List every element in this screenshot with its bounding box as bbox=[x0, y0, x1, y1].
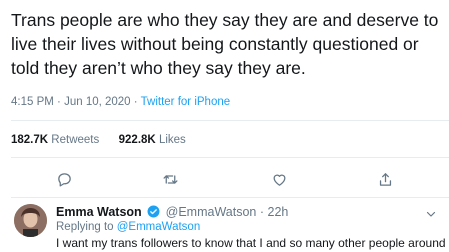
replying-to: Replying to @EmmaWatson bbox=[56, 221, 200, 233]
verified-badge-icon bbox=[147, 205, 160, 218]
avatar-photo bbox=[14, 204, 47, 237]
retweet-button[interactable] bbox=[159, 168, 181, 190]
reply-button[interactable] bbox=[53, 168, 75, 190]
retweets-count: 182.7K bbox=[11, 134, 49, 146]
share-button[interactable] bbox=[374, 168, 396, 190]
reply-time[interactable]: 22h bbox=[268, 205, 289, 219]
reply-separator: · bbox=[259, 205, 265, 219]
chevron-down-icon[interactable] bbox=[425, 208, 437, 220]
share-icon bbox=[379, 172, 391, 186]
retweet-icon bbox=[162, 174, 178, 184]
reply-author-name[interactable]: Emma Watson bbox=[56, 205, 142, 219]
like-button[interactable] bbox=[268, 168, 290, 190]
meta-separator: · bbox=[57, 96, 61, 108]
divider bbox=[11, 197, 449, 198]
reply-text: I want my trans followers to know that I… bbox=[56, 236, 446, 250]
replying-to-label: Replying to bbox=[56, 221, 114, 233]
divider bbox=[11, 157, 449, 158]
retweets-label: Retweets bbox=[51, 134, 100, 146]
meta-separator: · bbox=[133, 96, 138, 108]
likes-label: Likes bbox=[158, 134, 186, 146]
like-icon bbox=[273, 174, 285, 186]
tweet-meta: 4:15 PM · Jun 10, 2020 · Twitter for iPh… bbox=[11, 96, 230, 108]
reply-tweet[interactable]: Emma Watson @EmmaWatson · 22h Replying t… bbox=[0, 199, 449, 252]
retweets-stat[interactable]: 182.7K Retweets bbox=[11, 134, 102, 146]
replying-to-mention[interactable]: @EmmaWatson bbox=[117, 221, 200, 233]
tweet-time: 4:15 PM bbox=[11, 96, 54, 108]
reply-header: Emma Watson @EmmaWatson · 22h bbox=[56, 205, 288, 219]
reply-icon bbox=[57, 172, 71, 187]
likes-stat[interactable]: 922.8K Likes bbox=[119, 134, 186, 146]
likes-count: 922.8K bbox=[118, 134, 156, 146]
divider bbox=[11, 120, 449, 121]
avatar[interactable] bbox=[14, 204, 47, 237]
tweet-date[interactable]: Jun 10, 2020 bbox=[64, 96, 131, 108]
tweet-stats: 182.7K Retweets 922.8K Likes bbox=[11, 134, 186, 146]
reply-author-handle[interactable]: @EmmaWatson bbox=[166, 205, 257, 219]
tweet-actions bbox=[0, 168, 449, 190]
tweet-text: Trans people are who they say they are a… bbox=[11, 10, 439, 78]
tweet-source-link[interactable]: Twitter for iPhone bbox=[141, 96, 230, 108]
